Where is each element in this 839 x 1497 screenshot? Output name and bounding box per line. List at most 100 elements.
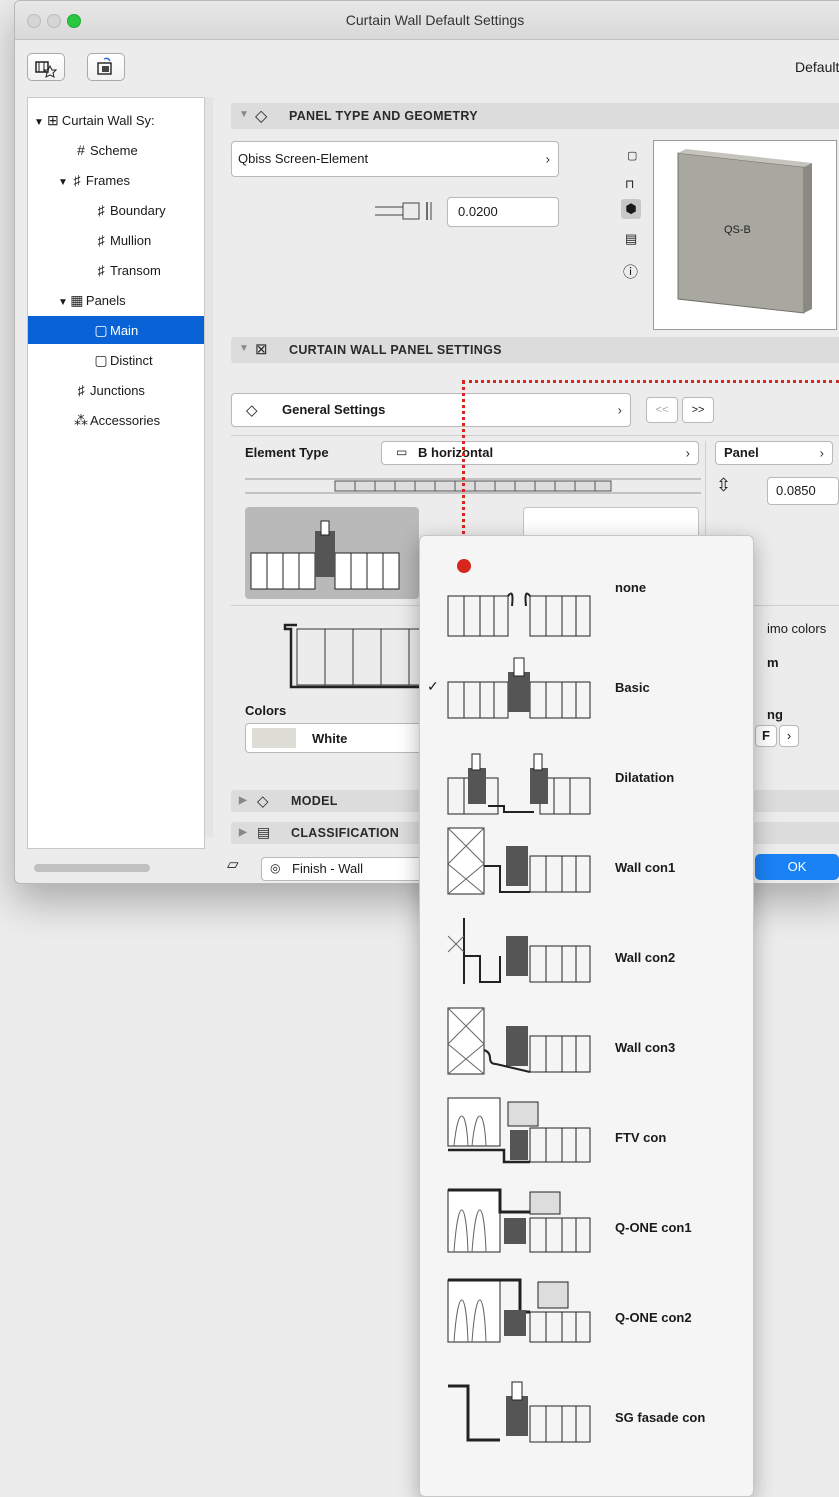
panel-geometry-icon: ◇ bbox=[255, 108, 268, 125]
page-name: General Settings bbox=[282, 402, 386, 417]
option-label: Q-ONE con1 bbox=[615, 1220, 692, 1235]
option-label: Wall con2 bbox=[615, 950, 676, 965]
collapse-arrow-icon: ▼ bbox=[239, 109, 250, 120]
frames-icon: ♯ bbox=[73, 172, 81, 188]
info-icon[interactable]: ⓘ bbox=[623, 261, 638, 282]
ok-button[interactable]: OK bbox=[755, 854, 839, 880]
favorites-button[interactable] bbox=[27, 53, 65, 81]
panel-type-selector[interactable]: Qbiss Screen-Element › bbox=[231, 141, 559, 177]
option-label: Basic bbox=[615, 680, 650, 695]
chevron-right-icon: › bbox=[685, 445, 690, 461]
junction-basic-image bbox=[250, 520, 400, 590]
prev-page-button[interactable]: << bbox=[646, 397, 678, 423]
panel-type-section-header[interactable]: ▼ ◇ PANEL TYPE AND GEOMETRY bbox=[231, 103, 839, 129]
junction-basic-image bbox=[447, 657, 591, 719]
splitter[interactable] bbox=[205, 97, 213, 837]
element-type-label: Element Type bbox=[245, 445, 329, 460]
option-sg-fasade-con[interactable]: SG fasade con bbox=[420, 1366, 753, 1456]
option-label: SG fasade con bbox=[615, 1410, 706, 1425]
expand-arrow-icon: ▼ bbox=[58, 297, 68, 308]
annotation-dot bbox=[457, 559, 471, 573]
tree-item-main[interactable]: ▢ Main bbox=[28, 316, 204, 344]
panel-depth-input[interactable]: 0.0850 bbox=[767, 477, 839, 505]
thickness-value: 0.0200 bbox=[458, 204, 498, 219]
expand-arrow-icon: ▼ bbox=[58, 177, 68, 188]
option-wall-con1[interactable]: Wall con1 bbox=[420, 826, 753, 916]
junction-ftv-con-image bbox=[447, 1097, 591, 1164]
transfer-icon bbox=[97, 57, 112, 75]
page-selector[interactable]: ◇ General Settings › bbox=[231, 393, 631, 427]
colors-label: Colors bbox=[245, 703, 287, 718]
next-page-button[interactable]: >> bbox=[682, 397, 714, 423]
3d-view-icon[interactable]: ⬢ bbox=[621, 199, 641, 219]
option-label: Wall con1 bbox=[615, 860, 676, 875]
option-wall-con3[interactable]: Wall con3 bbox=[420, 1006, 753, 1096]
junction-preview-button[interactable] bbox=[245, 507, 419, 599]
panels-icon: ▦ bbox=[70, 292, 84, 308]
panel-section-preview bbox=[245, 478, 701, 494]
model-icon: ◇ bbox=[257, 793, 269, 810]
panel-settings-icon: ⊠ bbox=[255, 341, 268, 358]
thickness-input[interactable]: 0.0200 bbox=[447, 197, 559, 227]
tree-item-label: Curtain Wall Sy: bbox=[61, 113, 155, 128]
tree-item-accessories[interactable]: ⁂ Accessories bbox=[72, 412, 160, 429]
mullion-icon: ♯ bbox=[97, 232, 105, 248]
window-title: Curtain Wall Default Settings bbox=[345, 12, 525, 28]
option-wall-con2[interactable]: Wall con2 bbox=[420, 916, 753, 1006]
tree-item-label: Scheme bbox=[90, 143, 138, 158]
cw-panel-section-header[interactable]: ▼ ⊠ CURTAIN WALL PANEL SETTINGS bbox=[231, 337, 839, 363]
kingspan-colors-label: imo colors bbox=[767, 621, 827, 636]
tree-item-label: Junctions bbox=[90, 383, 145, 398]
junction-sg-fasade-con-image bbox=[448, 1381, 591, 1443]
panel-icon: ▢ bbox=[94, 352, 108, 368]
tree-item-panels[interactable]: ▼ ▦ Panels bbox=[58, 292, 126, 309]
chevron-right-icon: › bbox=[819, 445, 824, 461]
option-label: Dilatation bbox=[615, 770, 675, 785]
tree-item-label: Main bbox=[110, 323, 139, 338]
junction-wall-con2-image bbox=[447, 918, 591, 984]
tree-item-label: Boundary bbox=[110, 203, 166, 218]
layer-name: Finish - Wall bbox=[292, 861, 364, 876]
color-selector[interactable]: White bbox=[245, 723, 425, 753]
eye-icon: ◎ bbox=[270, 861, 281, 875]
panel-preview-image: QS-B bbox=[677, 149, 812, 314]
option-ftv-con[interactable]: FTV con bbox=[420, 1096, 753, 1186]
elevation-view-icon[interactable]: ▤ bbox=[625, 231, 637, 247]
option-dilatation[interactable]: Dilatation bbox=[420, 736, 753, 826]
gdl-page-icon: ◇ bbox=[246, 402, 258, 419]
settings-tree: ▼ ⊞ Curtain Wall Sy: # Scheme ▼ ♯ Frames ♯ Bou… bbox=[27, 97, 205, 872]
expand-arrow-icon: ▶ bbox=[239, 827, 247, 838]
panel-selector[interactable]: Panel › bbox=[715, 441, 833, 465]
tree-item-distinct[interactable]: ▢ Distinct bbox=[92, 352, 152, 369]
checkmark-icon: ✓ bbox=[427, 678, 439, 694]
section-title: MODEL bbox=[291, 794, 338, 808]
option-q-one-con1[interactable]: Q-ONE con1 bbox=[420, 1186, 753, 1276]
tree-item-boundary[interactable]: ♯ Boundary bbox=[92, 202, 166, 218]
tree-item-curtain-wall[interactable]: ▼ ⊞ Curtain Wall Sy: bbox=[34, 112, 155, 129]
layer-selector[interactable]: ◎ Finish - Wall bbox=[261, 857, 423, 881]
transfer-settings-button[interactable] bbox=[87, 53, 125, 81]
color-swatch bbox=[252, 728, 296, 748]
annotation-line-horizontal bbox=[462, 380, 839, 383]
section-view-icon[interactable]: ⊓ bbox=[625, 177, 634, 191]
tree-item-frames[interactable]: ▼ ♯ Frames bbox=[58, 172, 130, 188]
element-type-value: B horizontal bbox=[418, 445, 494, 460]
tree-item-label: Accessories bbox=[90, 413, 161, 428]
tree-item-transom[interactable]: ♯ Transom bbox=[92, 262, 161, 278]
tree-item-junctions[interactable]: ♯ Junctions bbox=[72, 382, 145, 398]
panel-thickness-icon bbox=[375, 202, 432, 220]
partial-value[interactable]: F bbox=[755, 725, 777, 747]
tree-item-scheme[interactable]: # Scheme bbox=[72, 142, 138, 158]
element-type-icon: ▭ bbox=[396, 445, 408, 459]
tree-item-mullion[interactable]: ♯ Mullion bbox=[92, 232, 152, 248]
option-label: none bbox=[615, 580, 647, 595]
section-title: CLASSIFICATION bbox=[291, 826, 400, 840]
element-type-selector[interactable]: ▭ B horizontal › bbox=[381, 441, 699, 465]
junction-q-one-con2-image bbox=[447, 1278, 591, 1343]
option-basic[interactable]: ✓ Basic bbox=[420, 646, 753, 736]
chevron-right-icon[interactable]: › bbox=[779, 725, 799, 747]
floor-plan-view-icon[interactable]: ▢ bbox=[627, 149, 637, 162]
sidebar-scrollbar[interactable] bbox=[34, 864, 150, 872]
classification-icon: ▤ bbox=[257, 824, 271, 840]
option-q-one-con2[interactable]: Q-ONE con2 bbox=[420, 1276, 753, 1366]
